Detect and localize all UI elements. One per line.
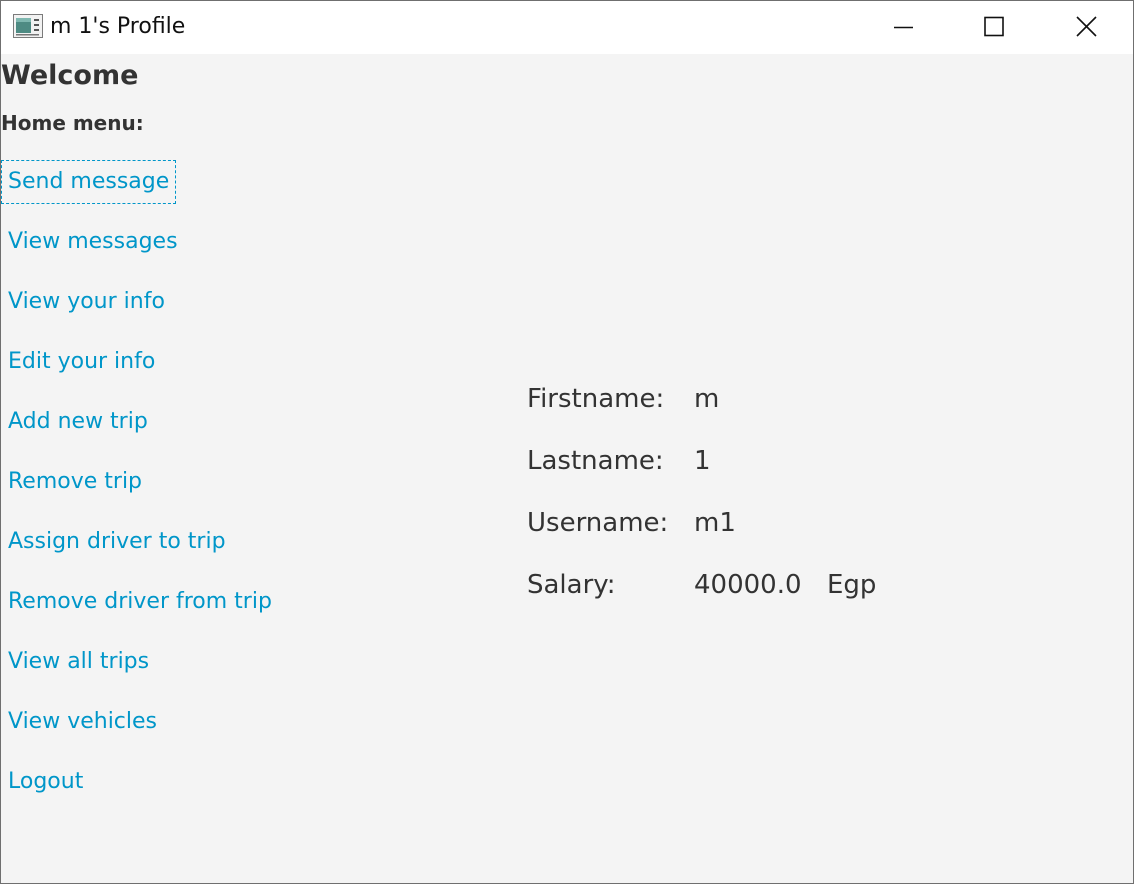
edit-your-info-link[interactable]: Edit your info bbox=[1, 340, 162, 384]
logout-link[interactable]: Logout bbox=[1, 760, 90, 804]
view-messages-link[interactable]: View messages bbox=[1, 220, 185, 264]
assign-driver-to-trip-link[interactable]: Assign driver to trip bbox=[1, 520, 233, 564]
window-title: m 1's Profile bbox=[50, 14, 186, 39]
username-value: m1 bbox=[694, 508, 736, 538]
maximize-icon bbox=[984, 16, 1004, 37]
welcome-heading: Welcome bbox=[1, 60, 139, 91]
remove-trip-link[interactable]: Remove trip bbox=[1, 460, 149, 504]
view-vehicles-link[interactable]: View vehicles bbox=[1, 700, 164, 744]
salary-value: 40000.0 bbox=[694, 570, 802, 600]
firstname-label: Firstname: bbox=[527, 384, 665, 414]
content-area: Welcome Home menu: Send message View mes… bbox=[1, 54, 1133, 883]
home-menu-label: Home menu: bbox=[1, 111, 144, 135]
maximize-button[interactable] bbox=[948, 1, 1040, 54]
close-icon bbox=[1076, 16, 1097, 37]
salary-unit: Egp bbox=[827, 570, 877, 600]
view-your-info-link[interactable]: View your info bbox=[1, 280, 172, 324]
firstname-value: m bbox=[694, 384, 720, 414]
close-button[interactable] bbox=[1040, 1, 1132, 54]
view-all-trips-link[interactable]: View all trips bbox=[1, 640, 156, 684]
send-message-link[interactable]: Send message bbox=[1, 160, 177, 204]
title-bar[interactable]: m 1's Profile bbox=[1, 1, 1133, 54]
lastname-label: Lastname: bbox=[527, 446, 664, 476]
remove-driver-from-trip-link[interactable]: Remove driver from trip bbox=[1, 580, 279, 624]
lastname-value: 1 bbox=[694, 446, 711, 476]
app-window-icon bbox=[13, 14, 43, 38]
username-label: Username: bbox=[527, 508, 669, 538]
minimize-button[interactable] bbox=[857, 1, 949, 54]
salary-label: Salary: bbox=[527, 570, 616, 600]
minimize-icon bbox=[894, 26, 913, 29]
add-new-trip-link[interactable]: Add new trip bbox=[1, 400, 155, 444]
profile-window: m 1's Profile Welcome Home menu: Send me… bbox=[0, 0, 1134, 884]
